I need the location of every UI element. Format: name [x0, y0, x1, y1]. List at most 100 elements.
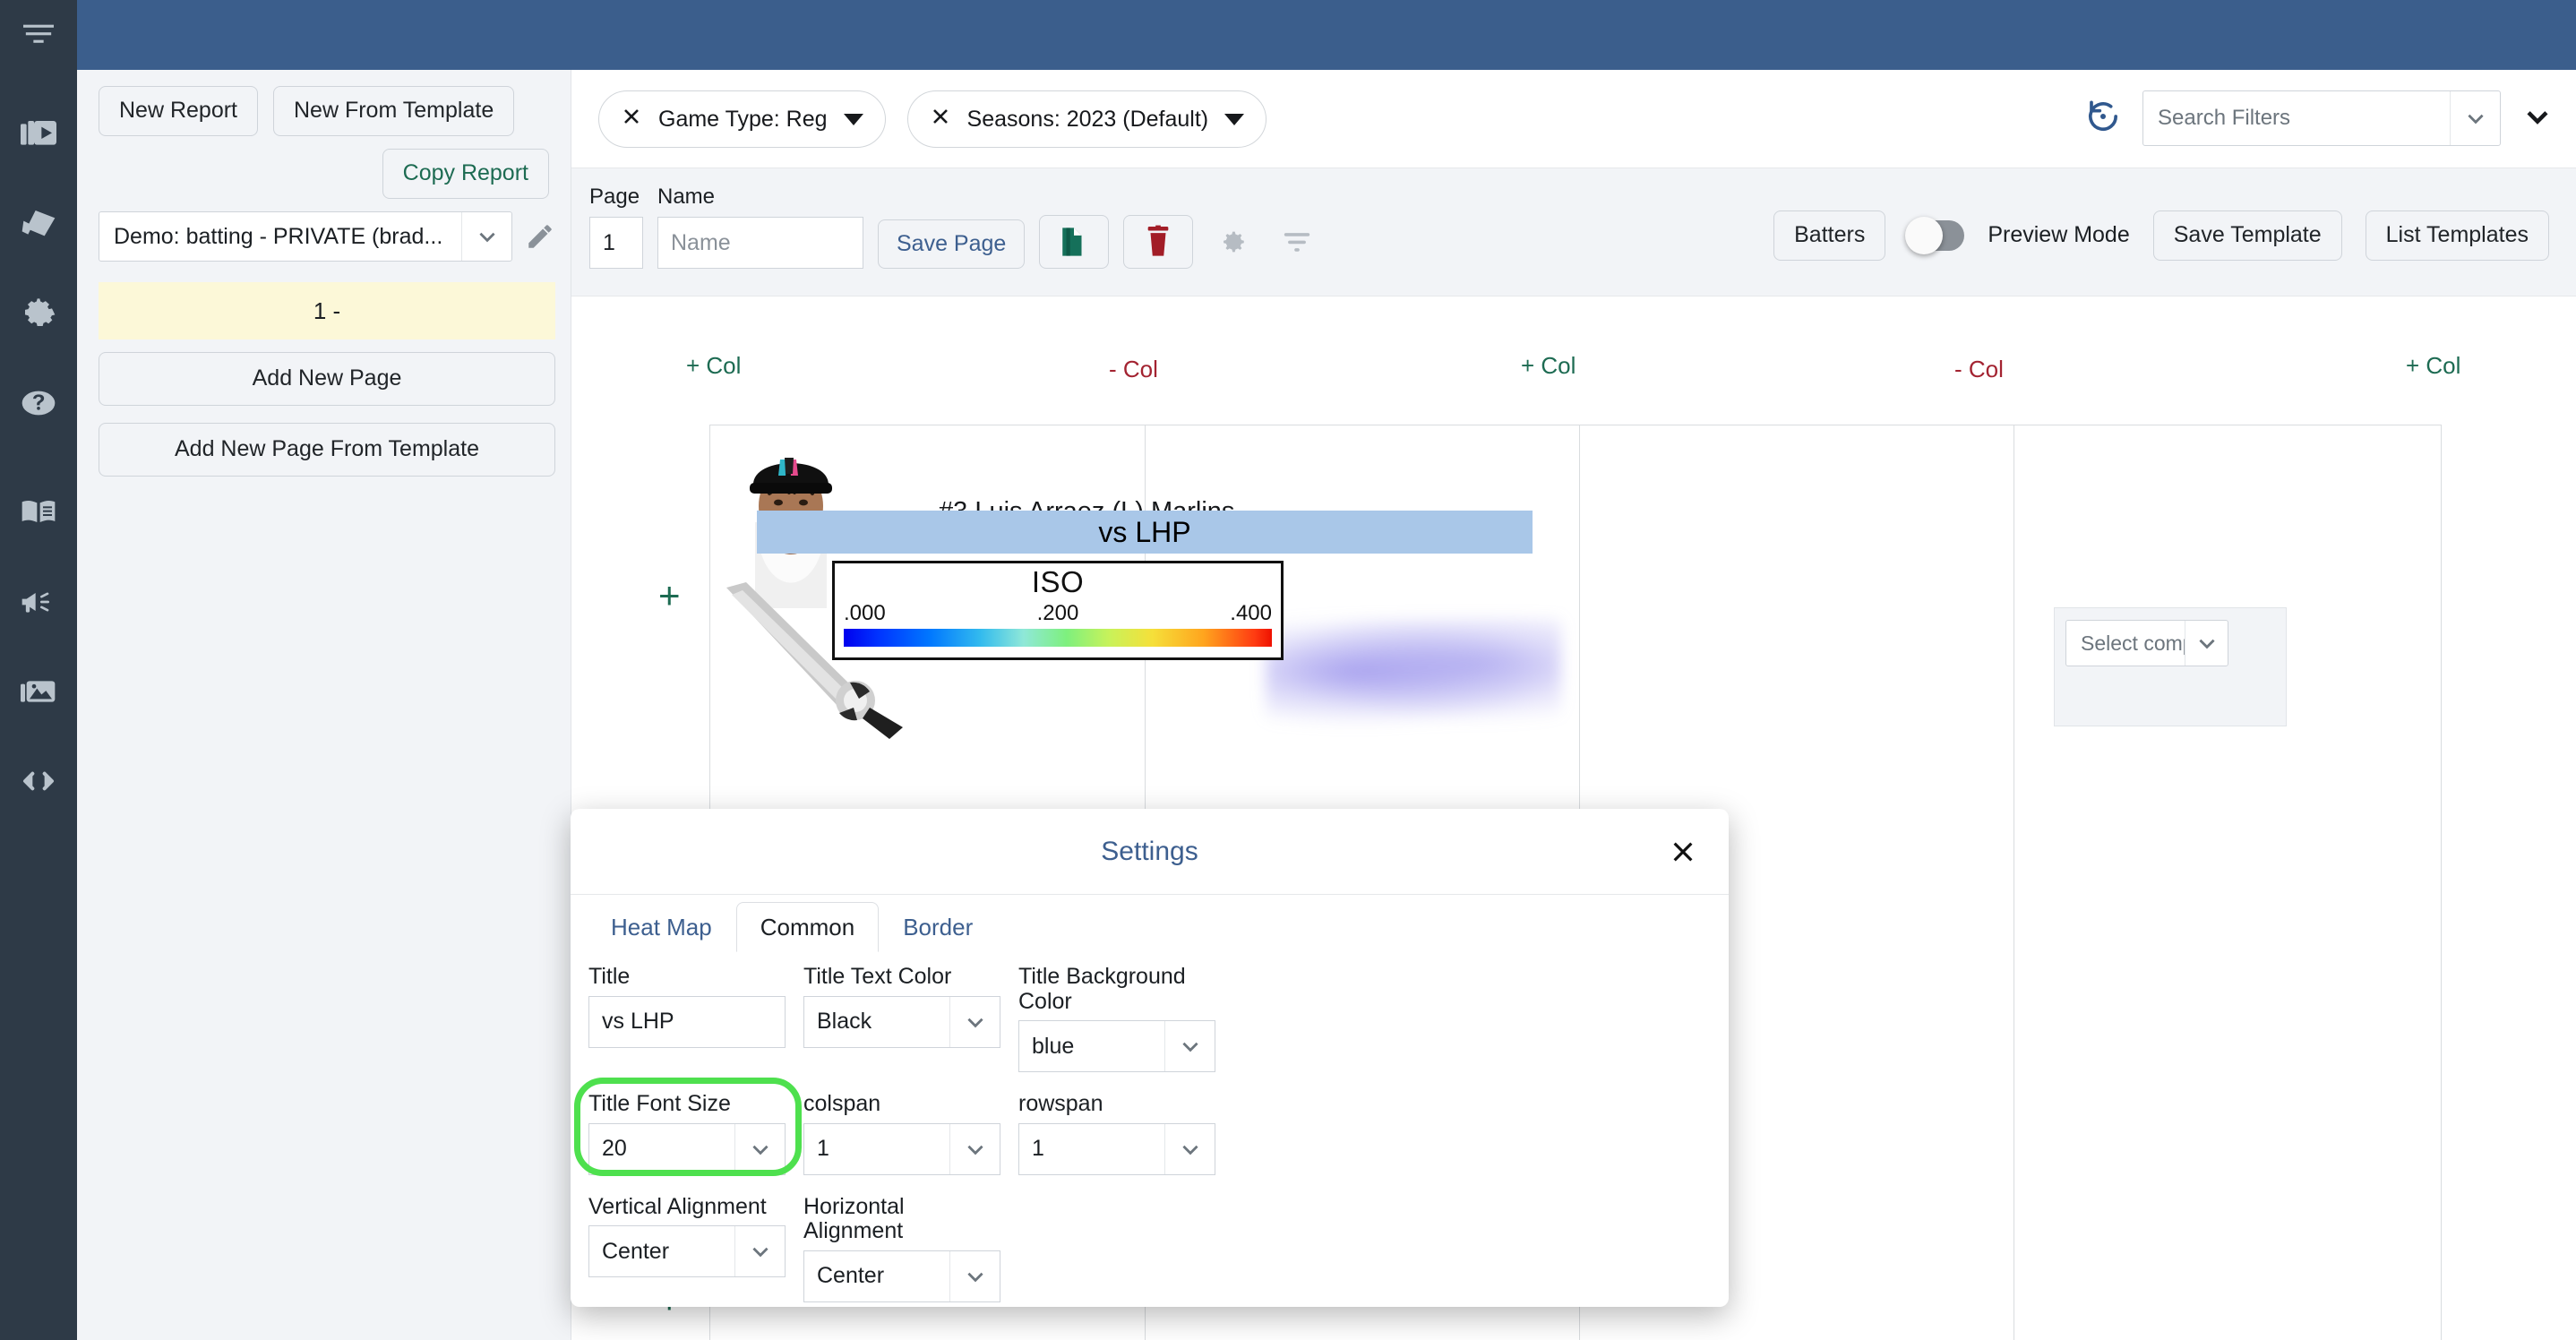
app-root: New Report New From Template Copy Report…: [0, 0, 2576, 1340]
field-title-text-color-label: Title Text Color: [803, 965, 1000, 990]
title-background-color-value: blue: [1019, 1021, 1164, 1071]
megaphone-icon[interactable]: [0, 557, 77, 647]
settings-row-3-spacer: [1018, 1195, 1215, 1302]
settings-row-1: Title Title Text Color Black Title Backg…: [588, 965, 1711, 1072]
copy-report-button[interactable]: Copy Report: [382, 149, 549, 199]
add-new-page-from-template-button[interactable]: Add New Page From Template: [99, 423, 555, 477]
save-page-button[interactable]: Save Page: [878, 219, 1025, 270]
horizontal-alignment-select[interactable]: Center: [803, 1250, 1000, 1302]
page-number-input[interactable]: [589, 217, 643, 269]
select-component-dropdown[interactable]: Select component: [2065, 620, 2228, 666]
filter-icon[interactable]: [1272, 215, 1322, 269]
caret-down-icon[interactable]: [1224, 114, 1244, 125]
page-toolbar-right: Batters Preview Mode Save Template List …: [1773, 210, 2549, 261]
field-colspan-label: colspan: [803, 1092, 1000, 1117]
add-row-button-top[interactable]: +: [658, 577, 681, 614]
tab-heat-map[interactable]: Heat Map: [587, 902, 736, 952]
filter-chip-label: Seasons: 2023 (Default): [967, 107, 1209, 133]
rowspan-select[interactable]: 1: [1018, 1123, 1215, 1175]
gear-icon[interactable]: [1207, 215, 1258, 269]
menu-lines-icon[interactable]: [0, 0, 77, 70]
add-new-page-wrap: Add New Page: [99, 352, 555, 406]
expand-filters-chevron-down-icon[interactable]: [2522, 101, 2553, 136]
report-select[interactable]: Demo: batting - PRIVATE (brad...: [99, 211, 512, 262]
close-icon[interactable]: [1662, 831, 1704, 872]
empty-grid-cell[interactable]: Select component: [2054, 607, 2287, 726]
rowspan-value: 1: [1019, 1124, 1164, 1174]
component-title-text: vs LHP: [1098, 516, 1190, 549]
add-new-page-from-template-wrap: Add New Page From Template: [99, 423, 555, 477]
batters-button[interactable]: Batters: [1773, 210, 1885, 261]
page-list-item-1[interactable]: 1 -: [99, 282, 555, 339]
chevron-down-icon: [1164, 1021, 1215, 1071]
images-icon[interactable]: [0, 647, 77, 736]
settings-dialog-header: Settings: [571, 809, 1729, 895]
field-title-background-color: Title Background Color blue: [1018, 965, 1215, 1072]
cards-icon[interactable]: [0, 179, 77, 269]
video-library-icon[interactable]: [0, 90, 77, 179]
search-filters-select[interactable]: Search Filters: [2142, 90, 2501, 146]
page-name-input[interactable]: [657, 217, 863, 269]
field-horizontal-alignment: Horizontal Alignment Center: [803, 1195, 1000, 1302]
save-template-button[interactable]: Save Template: [2153, 210, 2342, 261]
colspan-value: 1: [804, 1124, 949, 1174]
new-from-template-button[interactable]: New From Template: [273, 86, 514, 136]
field-title-label: Title: [588, 965, 786, 990]
component-title-vs-lhp[interactable]: vs LHP: [757, 511, 1533, 554]
edit-pencil-icon[interactable]: [525, 221, 555, 252]
title-input[interactable]: [588, 996, 786, 1048]
page-number-field: Page: [589, 185, 643, 269]
filter-chip-label: Game Type: Reg: [658, 107, 828, 133]
new-report-button[interactable]: New Report: [99, 86, 258, 136]
tab-border[interactable]: Border: [879, 902, 997, 952]
vertical-alignment-select[interactable]: Center: [588, 1225, 786, 1277]
heatmap-tick-mid: .200: [1037, 601, 1079, 626]
remove-col-button-1[interactable]: - Col: [1109, 356, 1158, 383]
vertical-alignment-value: Center: [589, 1226, 734, 1276]
title-text-color-select[interactable]: Black: [803, 996, 1000, 1048]
chevron-down-icon: [461, 212, 511, 261]
heatmap-legend: ISO .000 .200 .400: [832, 561, 1284, 660]
code-icon[interactable]: [0, 736, 77, 826]
add-col-button-2[interactable]: + Col: [1521, 352, 1576, 380]
heatmap-tick-max: .400: [1230, 601, 1272, 626]
title-text-color-value: Black: [804, 997, 949, 1047]
copy-page-icon[interactable]: [1039, 215, 1109, 269]
add-col-button-1[interactable]: + Col: [686, 352, 741, 380]
close-icon[interactable]: [930, 106, 951, 133]
heatmap-tick-min: .000: [844, 601, 886, 626]
help-circle-icon[interactable]: [0, 358, 77, 448]
heatmap-color-scale: [844, 629, 1272, 647]
book-icon[interactable]: [0, 468, 77, 557]
add-new-page-button[interactable]: Add New Page: [99, 352, 555, 406]
gear-icon[interactable]: [0, 269, 77, 358]
close-icon[interactable]: [621, 106, 642, 133]
remove-col-button-2[interactable]: - Col: [1954, 356, 2004, 383]
field-title-text-color: Title Text Color Black: [803, 965, 1000, 1072]
caret-down-icon[interactable]: [844, 114, 863, 125]
top-bar: [77, 0, 2576, 70]
add-col-button-3[interactable]: + Col: [2406, 352, 2460, 380]
field-vertical-alignment-label: Vertical Alignment: [588, 1195, 786, 1220]
list-templates-button[interactable]: List Templates: [2366, 210, 2549, 261]
chevron-down-icon: [2185, 621, 2228, 666]
filter-chip-game-type[interactable]: Game Type: Reg: [598, 90, 886, 148]
title-font-size-select[interactable]: 20: [588, 1123, 786, 1175]
revert-history-icon[interactable]: [2085, 99, 2121, 139]
tab-common[interactable]: Common: [736, 902, 879, 952]
report-left-panel: New Report New From Template Copy Report…: [77, 70, 571, 1340]
filter-chip-seasons[interactable]: Seasons: 2023 (Default): [907, 90, 1267, 148]
field-title: Title: [588, 965, 786, 1072]
preview-mode-toggle[interactable]: [1909, 220, 1964, 251]
trash-icon[interactable]: [1123, 215, 1193, 269]
field-rowspan-label: rowspan: [1018, 1092, 1215, 1117]
colspan-select[interactable]: 1: [803, 1123, 1000, 1175]
page-number-label: Page: [589, 185, 643, 210]
page-list-item-label: 1 -: [313, 297, 340, 325]
heatmap-legend-ticks: .000 .200 .400: [835, 601, 1281, 626]
chevron-down-icon: [949, 997, 1000, 1047]
title-background-color-select[interactable]: blue: [1018, 1020, 1215, 1072]
settings-row-3: Vertical Alignment Center Horizontal Ali…: [588, 1195, 1711, 1302]
filter-bar: Game Type: Reg Seasons: 2023 (Default): [571, 70, 2576, 168]
field-colspan: colspan 1: [803, 1092, 1000, 1175]
